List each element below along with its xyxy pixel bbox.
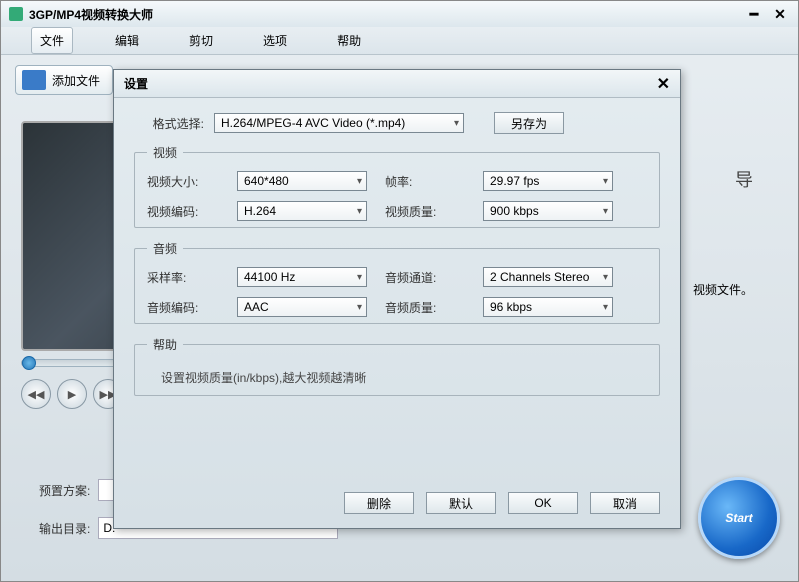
add-file-label: 添加文件	[52, 72, 100, 89]
video-legend: 视频	[147, 144, 183, 161]
help-text: 设置视频质量(in/kbps),越大视频越清晰	[147, 363, 647, 392]
video-quality-select[interactable]: 900 kbps	[483, 201, 613, 221]
main-window: 3GP/MP4视频转换大师 ━ ✕ 文件 编辑 剪切 选项 帮助 添加文件 ◀◀…	[0, 0, 799, 582]
menu-file[interactable]: 文件	[31, 27, 73, 54]
audio-quality-select[interactable]: 96 kbps	[483, 297, 613, 317]
fps-label: 帧率:	[385, 173, 465, 190]
start-label: Start	[725, 511, 752, 525]
channel-label: 音频通道:	[385, 269, 465, 286]
dialog-title: 设置	[124, 75, 657, 92]
start-button[interactable]: Start	[698, 477, 780, 559]
output-label: 输出目录:	[39, 520, 90, 537]
audio-enc-label: 音频编码:	[147, 299, 219, 316]
channel-select[interactable]: 2 Channels Stereo	[483, 267, 613, 287]
ok-button[interactable]: OK	[508, 492, 578, 514]
add-file-button[interactable]: 添加文件	[15, 65, 113, 95]
progress-knob[interactable]	[22, 356, 36, 370]
menu-edit[interactable]: 编辑	[107, 28, 147, 53]
titlebar: 3GP/MP4视频转换大师 ━ ✕	[1, 1, 798, 27]
delete-button[interactable]: 删除	[344, 492, 414, 514]
no-file-text: 视频文件。	[693, 281, 753, 298]
preset-label: 预置方案:	[39, 482, 90, 499]
format-label: 格式选择:	[134, 115, 204, 132]
dialog-body: 格式选择: H.264/MPEG-4 AVC Video (*.mp4) 另存为…	[114, 98, 680, 422]
sample-select[interactable]: 44100 Hz	[237, 267, 367, 287]
video-fieldset: 视频 视频大小: 640*480 帧率: 29.97 fps 视频编码: H.2…	[134, 144, 660, 228]
audio-fieldset: 音频 采样率: 44100 Hz 音频通道: 2 Channels Stereo…	[134, 240, 660, 324]
menu-cut[interactable]: 剪切	[181, 28, 221, 53]
prev-button[interactable]: ◀◀	[21, 379, 51, 409]
menubar: 文件 编辑 剪切 选项 帮助	[1, 27, 798, 55]
default-button[interactable]: 默认	[426, 492, 496, 514]
video-quality-label: 视频质量:	[385, 203, 465, 220]
video-enc-label: 视频编码:	[147, 203, 219, 220]
app-icon	[9, 7, 23, 21]
guide-heading-fragment: 导	[735, 166, 753, 192]
settings-dialog: 设置 ✕ 格式选择: H.264/MPEG-4 AVC Video (*.mp4…	[113, 69, 681, 529]
video-size-label: 视频大小:	[147, 173, 219, 190]
video-size-select[interactable]: 640*480	[237, 171, 367, 191]
add-file-icon	[22, 70, 46, 90]
save-as-button[interactable]: 另存为	[494, 112, 564, 134]
fps-select[interactable]: 29.97 fps	[483, 171, 613, 191]
video-enc-select[interactable]: H.264	[237, 201, 367, 221]
help-fieldset: 帮助 设置视频质量(in/kbps),越大视频越清晰	[134, 336, 660, 396]
format-select[interactable]: H.264/MPEG-4 AVC Video (*.mp4)	[214, 113, 464, 133]
audio-quality-label: 音频质量:	[385, 299, 465, 316]
audio-legend: 音频	[147, 240, 183, 257]
dialog-close-button[interactable]: ✕	[657, 74, 670, 94]
menu-options[interactable]: 选项	[255, 28, 295, 53]
close-button[interactable]: ✕	[770, 5, 790, 23]
minimize-button[interactable]: ━	[744, 5, 764, 23]
dialog-buttons: 删除 默认 OK 取消	[344, 492, 660, 514]
window-title: 3GP/MP4视频转换大师	[29, 6, 738, 23]
playback-controls: ◀◀ ▶ ▶▶	[21, 379, 123, 409]
audio-enc-select[interactable]: AAC	[237, 297, 367, 317]
dialog-titlebar: 设置 ✕	[114, 70, 680, 98]
menu-help[interactable]: 帮助	[329, 28, 369, 53]
sample-label: 采样率:	[147, 269, 219, 286]
help-legend: 帮助	[147, 336, 183, 353]
play-button[interactable]: ▶	[57, 379, 87, 409]
format-value: H.264/MPEG-4 AVC Video (*.mp4)	[221, 116, 405, 130]
cancel-button[interactable]: 取消	[590, 492, 660, 514]
